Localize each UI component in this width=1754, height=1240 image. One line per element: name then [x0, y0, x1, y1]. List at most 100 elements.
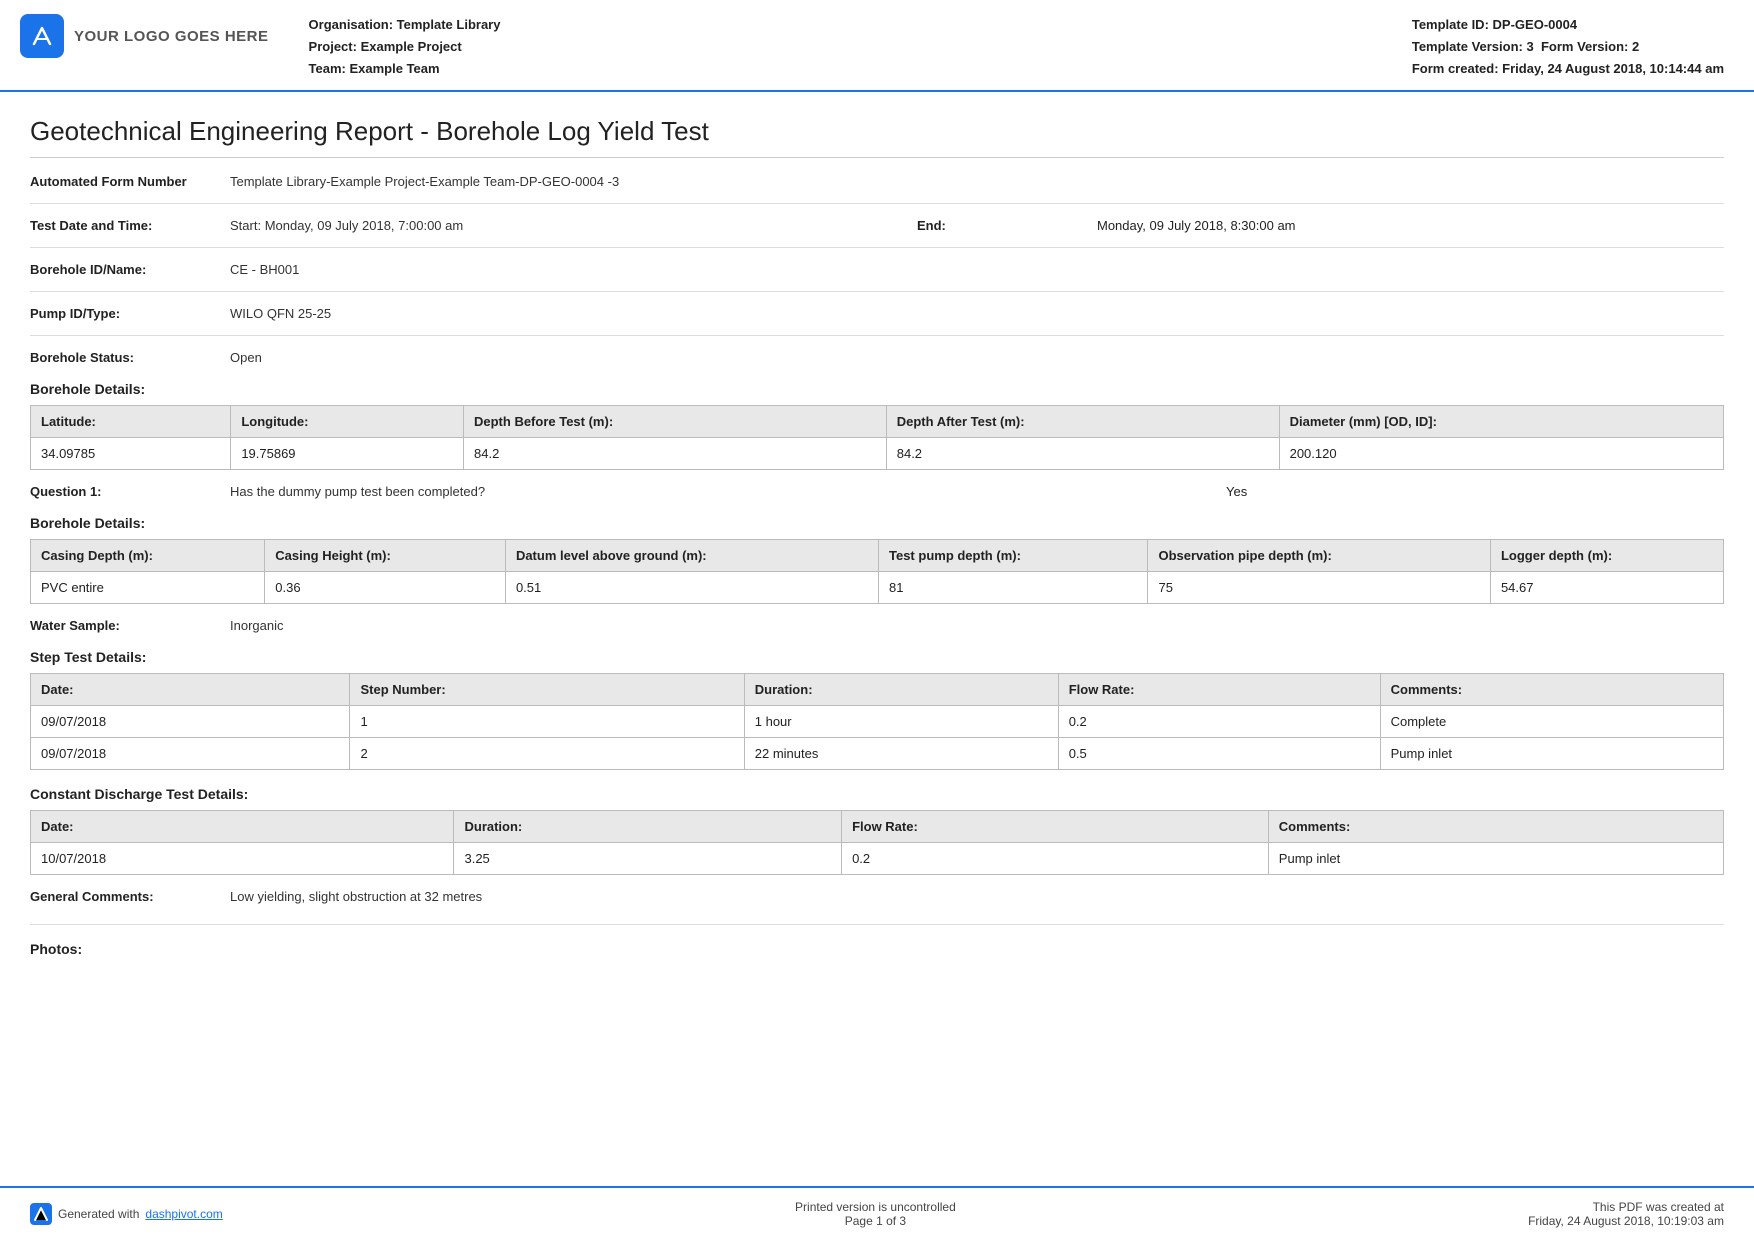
cell-longitude: 19.75869: [231, 438, 464, 470]
automated-form-value: Template Library-Example Project-Example…: [230, 174, 619, 189]
col-casing-depth: Casing Depth (m):: [31, 540, 265, 572]
col-cd-flow: Flow Rate:: [842, 811, 1269, 843]
general-comments-label: General Comments:: [30, 889, 230, 904]
water-sample-row: Water Sample: Inorganic: [30, 618, 1724, 633]
footer-center-line2: Page 1 of 3: [795, 1214, 956, 1228]
cell-depth-before: 84.2: [464, 438, 887, 470]
table-row: 09/07/2018 1 1 hour 0.2 Complete: [31, 706, 1724, 738]
cell-logger: 54.67: [1490, 572, 1723, 604]
automated-form-label: Automated Form Number: [30, 174, 230, 189]
cell-cd-duration: 3.25: [454, 843, 842, 875]
col-comments: Comments:: [1380, 674, 1723, 706]
borehole-status-row: Borehole Status: Open: [30, 350, 1724, 365]
form-version-label: Form Version:: [1541, 39, 1628, 54]
cell-dur-2: 22 minutes: [744, 738, 1058, 770]
team-value: Example Team: [349, 61, 439, 76]
cell-flow-2: 0.5: [1058, 738, 1380, 770]
borehole-id-label: Borehole ID/Name:: [30, 262, 230, 277]
template-id-value: DP-GEO-0004: [1493, 17, 1578, 32]
constant-discharge-thead: Date: Duration: Flow Rate: Comments:: [31, 811, 1724, 843]
footer-left: Generated with dashpivot.com: [30, 1203, 223, 1225]
borehole-details-1-thead: Latitude: Longitude: Depth Before Test (…: [31, 406, 1724, 438]
start-label: Start:: [230, 218, 261, 233]
divider-4: [30, 335, 1724, 336]
divider-2: [30, 247, 1724, 248]
col-duration: Duration:: [744, 674, 1058, 706]
template-id-label: Template ID:: [1412, 17, 1489, 32]
cell-cd-date: 10/07/2018: [31, 843, 454, 875]
col-cd-comments: Comments:: [1268, 811, 1723, 843]
col-longitude: Longitude:: [231, 406, 464, 438]
footer-link[interactable]: dashpivot.com: [145, 1207, 222, 1221]
project-value: Example Project: [361, 39, 462, 54]
cell-pump-depth: 81: [879, 572, 1148, 604]
divider-1: [30, 203, 1724, 204]
logo-icon: [20, 14, 64, 58]
step-test-thead: Date: Step Number: Duration: Flow Rate: …: [31, 674, 1724, 706]
main-content: Geotechnical Engineering Report - Boreho…: [0, 92, 1754, 985]
col-depth-before: Depth Before Test (m):: [464, 406, 887, 438]
footer-center-line1: Printed version is uncontrolled: [795, 1200, 956, 1214]
col-date: Date:: [31, 674, 350, 706]
borehole-id-row: Borehole ID/Name: CE - BH001: [30, 262, 1724, 277]
col-diameter: Diameter (mm) [OD, ID]:: [1279, 406, 1723, 438]
step-test-table: Date: Step Number: Duration: Flow Rate: …: [30, 673, 1724, 770]
cell-step-2: 2: [350, 738, 744, 770]
test-date-row: Test Date and Time: Start: Monday, 09 Ju…: [30, 218, 1724, 233]
question1-answer: Yes: [1226, 484, 1724, 499]
col-depth-after: Depth After Test (m):: [886, 406, 1279, 438]
pump-id-row: Pump ID/Type: WILO QFN 25-25: [30, 306, 1724, 321]
footer-center: Printed version is uncontrolled Page 1 o…: [795, 1200, 956, 1228]
pump-id-value: WILO QFN 25-25: [230, 306, 331, 321]
col-logger: Logger depth (m):: [1490, 540, 1723, 572]
cell-comment-2: Pump inlet: [1380, 738, 1723, 770]
table-row: PVC entire 0.36 0.51 81 75 54.67: [31, 572, 1724, 604]
template-version-value: 3: [1526, 39, 1533, 54]
borehole-details-2-heading: Borehole Details:: [30, 515, 1724, 531]
divider-photos: [30, 924, 1724, 925]
cell-latitude: 34.09785: [31, 438, 231, 470]
borehole-status-value: Open: [230, 350, 262, 365]
cell-step-1: 1: [350, 706, 744, 738]
question1-label: Question 1:: [30, 484, 230, 499]
constant-discharge-header-row: Date: Duration: Flow Rate: Comments:: [31, 811, 1724, 843]
borehole-details-1-table: Latitude: Longitude: Depth Before Test (…: [30, 405, 1724, 470]
test-date-label: Test Date and Time:: [30, 218, 230, 233]
step-test-heading: Step Test Details:: [30, 649, 1724, 665]
footer-right: This PDF was created at Friday, 24 Augus…: [1528, 1200, 1724, 1228]
org-label: Organisation:: [309, 17, 394, 32]
step-test-tbody: 09/07/2018 1 1 hour 0.2 Complete 09/07/2…: [31, 706, 1724, 770]
borehole-details-2-table: Casing Depth (m): Casing Height (m): Dat…: [30, 539, 1724, 604]
end-label: End:: [917, 218, 1097, 233]
col-cd-date: Date:: [31, 811, 454, 843]
col-step-number: Step Number:: [350, 674, 744, 706]
step-test-header-row: Date: Step Number: Duration: Flow Rate: …: [31, 674, 1724, 706]
end-value: Monday, 09 July 2018, 8:30:00 am: [1097, 218, 1724, 233]
table-row: 10/07/2018 3.25 0.2 Pump inlet: [31, 843, 1724, 875]
dashpivot-logo-icon: [30, 1203, 52, 1225]
logo-text: YOUR LOGO GOES HERE: [74, 28, 269, 45]
cell-casing-height: 0.36: [265, 572, 506, 604]
project-label: Project:: [309, 39, 357, 54]
pump-id-label: Pump ID/Type:: [30, 306, 230, 321]
cell-casing-depth: PVC entire: [31, 572, 265, 604]
form-version-value: 2: [1632, 39, 1639, 54]
cell-dur-1: 1 hour: [744, 706, 1058, 738]
borehole-details-2-header-row: Casing Depth (m): Casing Height (m): Dat…: [31, 540, 1724, 572]
cell-flow-1: 0.2: [1058, 706, 1380, 738]
col-pump-depth: Test pump depth (m):: [879, 540, 1148, 572]
cell-depth-after: 84.2: [886, 438, 1279, 470]
footer-right-line1: This PDF was created at: [1528, 1200, 1724, 1214]
borehole-id-value: CE - BH001: [230, 262, 299, 277]
automated-form-row: Automated Form Number Template Library-E…: [30, 174, 1724, 189]
borehole-details-1-heading: Borehole Details:: [30, 381, 1724, 397]
template-version-label: Template Version:: [1412, 39, 1523, 54]
borehole-details-1-header-row: Latitude: Longitude: Depth Before Test (…: [31, 406, 1724, 438]
borehole-details-1-tbody: 34.09785 19.75869 84.2 84.2 200.120: [31, 438, 1724, 470]
constant-discharge-heading: Constant Discharge Test Details:: [30, 786, 1724, 802]
cell-cd-comment: Pump inlet: [1268, 843, 1723, 875]
cell-cd-flow: 0.2: [842, 843, 1269, 875]
borehole-status-label: Borehole Status:: [30, 350, 230, 365]
footer-generated-text: Generated with: [58, 1207, 139, 1221]
cell-obs-pipe: 75: [1148, 572, 1490, 604]
